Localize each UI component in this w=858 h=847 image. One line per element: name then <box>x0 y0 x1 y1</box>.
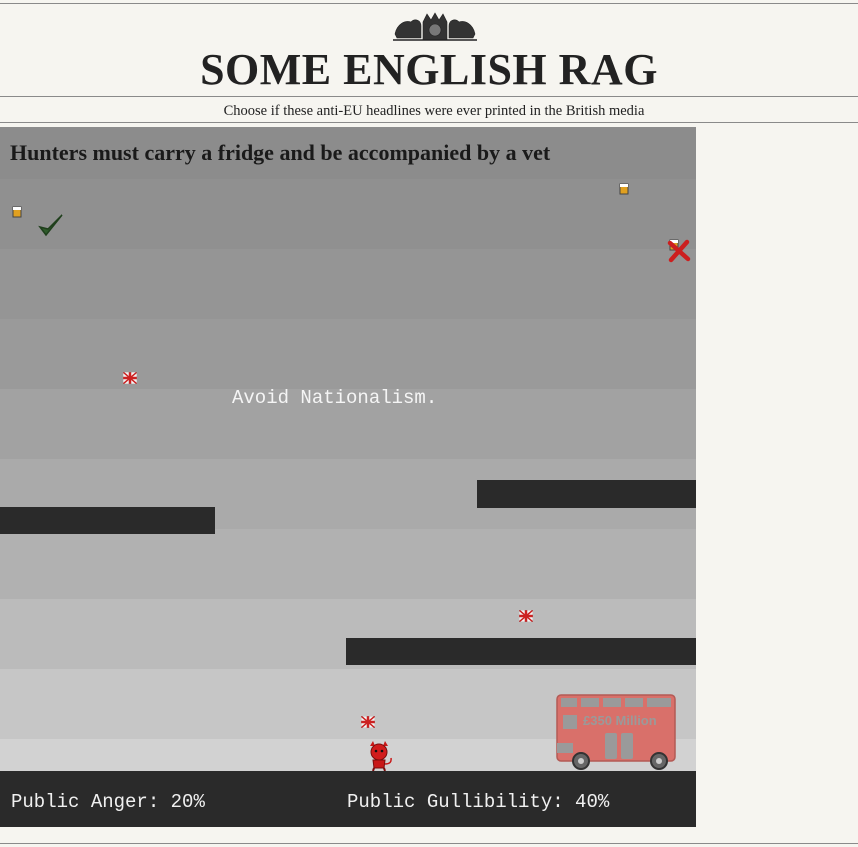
headline-text: Hunters must carry a fridge and be accom… <box>10 140 551 165</box>
cross-icon[interactable] <box>667 239 691 263</box>
royal-crest-icon <box>393 12 477 41</box>
hud-bar: Public Anger: 20% Public Gullibility: 40… <box>0 771 696 827</box>
masthead-subtitle: Choose if these anti-EU headlines were e… <box>223 103 645 119</box>
beer-pint-icon <box>619 183 629 195</box>
public-anger-value: 20% <box>170 791 205 813</box>
beer-pint-icon <box>12 206 22 218</box>
masthead-title: SOME ENGLISH RAG <box>200 45 658 94</box>
bottom-rule <box>0 843 858 844</box>
hint-text: Avoid Nationalism. <box>232 387 438 409</box>
union-jack-flag-icon <box>123 372 137 384</box>
public-anger-label: Public Anger: <box>11 791 160 813</box>
union-jack-flag-icon <box>361 716 375 728</box>
red-bus-icon <box>556 694 676 770</box>
top-rule <box>0 3 858 4</box>
red-bus: £350 Million <box>555 693 677 771</box>
masthead-rule-upper <box>0 96 858 97</box>
public-anger-readout: Public Anger: 20% <box>11 791 205 813</box>
public-gullibility-readout: Public Gullibility: 40% <box>347 791 609 813</box>
bus-slogan: £350 Million <box>583 713 657 728</box>
union-jack-flag-icon <box>519 610 533 622</box>
checkmark-icon[interactable] <box>38 213 64 237</box>
platform <box>346 638 696 665</box>
public-gullibility-label: Public Gullibility: <box>347 791 564 813</box>
platform <box>0 507 215 534</box>
platform <box>477 480 696 508</box>
masthead-rule-lower <box>0 122 858 123</box>
red-devil-player-icon[interactable] <box>364 740 394 772</box>
game-canvas[interactable]: Hunters must carry a fridge and be accom… <box>0 127 696 827</box>
public-gullibility-value: 40% <box>575 791 610 813</box>
